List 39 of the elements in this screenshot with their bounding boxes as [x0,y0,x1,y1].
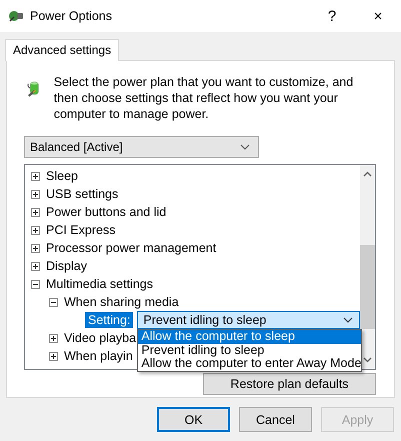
tab[interactable]: Advanced settings [5,39,120,61]
power-options-icon [8,8,24,24]
tree-item[interactable]: Processor power management [46,241,216,255]
chevron-down-icon [343,317,354,323]
scroll-down-icon[interactable] [363,357,372,363]
dialog-button[interactable]: OK [157,407,230,432]
tree-item[interactable]: When sharing media [64,295,179,309]
tree-item[interactable]: Sleep [46,169,78,183]
chevron-down-icon [240,144,250,150]
close-button[interactable]: × [355,0,401,32]
expand-icon[interactable] [31,208,40,216]
expand-icon[interactable] [31,190,40,198]
help-button[interactable]: ? [309,0,355,32]
collapse-icon[interactable] [49,298,58,306]
tree-item[interactable]: When playin [64,349,133,363]
description-text: Select the power plan that you want to customize, and then choose settings that reflect how you want your computer to manage power. [54,74,354,122]
dialog-button[interactable]: Cancel [239,407,312,432]
expand-icon[interactable] [31,172,40,180]
tree-item[interactable]: PCI Express [46,223,116,237]
setting-label: Setting: [85,312,134,328]
expand-icon[interactable] [31,262,40,270]
tree-item[interactable]: Video playba [64,331,136,345]
scroll-up-icon[interactable] [363,171,372,177]
dropdown-option[interactable]: Allow the computer to enter Away Mode [138,357,362,370]
collapse-icon[interactable] [31,280,40,288]
dropdown-option[interactable]: Prevent idling to sleep [138,344,362,357]
restore-defaults-button[interactable]: Restore plan defaults [203,373,376,395]
window-title: Power Options [30,9,112,23]
power-plan-dropdown[interactable]: Balanced [Active] [24,136,259,158]
tree-item[interactable]: Display [46,259,87,273]
dropdown-option[interactable]: Allow the computer to sleep [138,330,362,344]
scrollbar[interactable] [360,165,375,369]
tree-item[interactable]: USB settings [46,187,118,201]
tree-item[interactable]: Power buttons and lid [46,205,166,219]
expand-icon[interactable] [31,244,40,252]
expand-icon[interactable] [49,352,58,360]
expand-icon[interactable] [49,334,58,342]
tree-item[interactable]: Multimedia settings [46,277,153,291]
expand-icon[interactable] [31,226,40,234]
